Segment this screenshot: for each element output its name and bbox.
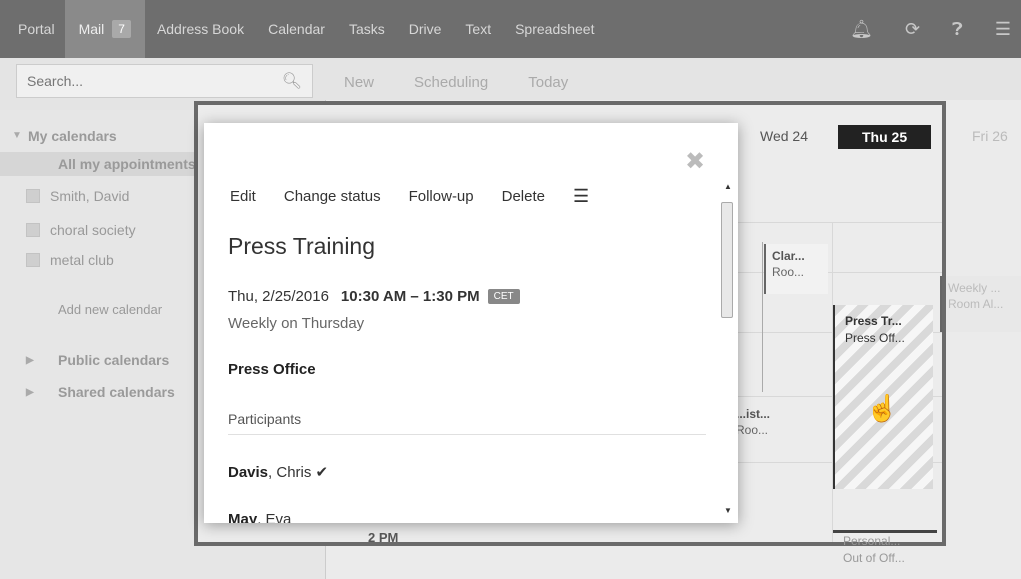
calendar-toolbar: New Scheduling Today (344, 74, 568, 91)
scheduling-button[interactable]: Scheduling (414, 74, 488, 91)
caret-right-icon: ▶ (26, 355, 34, 366)
change-status-button[interactable]: Change status (284, 188, 381, 205)
nav-mail-label: Mail (78, 21, 105, 37)
nav-tasks[interactable]: Tasks (349, 21, 385, 37)
calendar-label: choral society (50, 222, 136, 238)
participant-item[interactable]: May, Eva (228, 511, 291, 523)
top-icons: 🔔︎ ⟳ ❓︎ ☰ (850, 0, 1011, 58)
shared-calendars-header[interactable]: ▶ Shared calendars (26, 384, 175, 400)
calendar-item-metal[interactable]: metal club (26, 252, 114, 268)
nav-text[interactable]: Text (465, 21, 491, 37)
public-calendars-header[interactable]: ▶ Public calendars (26, 352, 170, 368)
timezone-badge: CET (487, 289, 520, 304)
scroll-up-icon[interactable]: ▲ (724, 182, 732, 191)
appointment-room: Out of Off... (843, 551, 905, 565)
appointment-date: Thu, 2/25/2016 (228, 288, 329, 305)
calendar-item-smith[interactable]: Smith, David (26, 188, 129, 204)
appointment-title: Press Training (228, 233, 376, 259)
checkbox[interactable] (26, 189, 40, 204)
more-menu-icon[interactable]: ☰ (573, 186, 589, 207)
mail-unread-badge: 7 (112, 20, 131, 38)
search-icon[interactable]: 🔍︎ (282, 71, 302, 91)
participant-firstname: , Eva (257, 511, 292, 523)
my-calendars-label: My calendars (28, 128, 117, 144)
appointment-title: Weekly ... (948, 281, 1001, 295)
today-button[interactable]: Today (528, 74, 568, 91)
check-icon: ✔ (315, 464, 329, 481)
popup-scrollbar[interactable]: ▲ ▼ (720, 180, 734, 520)
participant-firstname: , Chris (268, 464, 312, 481)
close-icon[interactable]: ✖ (685, 147, 705, 176)
popup-actions: Edit Change status Follow-up Delete ☰ (230, 186, 617, 207)
checkbox[interactable] (26, 223, 40, 238)
nav-calendar[interactable]: Calendar (268, 21, 325, 37)
my-calendars-header[interactable]: ▼ My calendars (12, 128, 117, 144)
nav-portal[interactable]: Portal (18, 21, 55, 37)
new-button[interactable]: New (344, 74, 374, 91)
appointment-title: Personal... (843, 534, 901, 548)
divider (228, 434, 706, 435)
bell-icon[interactable]: 🔔︎ (850, 19, 873, 40)
nav-spreadsheet[interactable]: Spreadsheet (515, 21, 594, 37)
participant-item[interactable]: Davis, Chris ✔ (228, 463, 328, 481)
checkbox[interactable] (26, 253, 40, 268)
menu-icon[interactable]: ☰ (995, 19, 1011, 40)
scroll-down-icon[interactable]: ▼ (724, 506, 732, 515)
recurrence-text: Weekly on Thursday (228, 315, 365, 332)
search-input[interactable] (27, 73, 282, 89)
appointment-time: 10:30 AM – 1:30 PM (340, 288, 480, 305)
participant-lastname: Davis (228, 464, 269, 481)
appointment-detail-popup: ✖ Edit Change status Follow-up Delete ☰ … (204, 123, 738, 523)
caret-right-icon: ▶ (26, 387, 34, 398)
appointment-datetime: Thu, 2/25/2016 10:30 AM – 1:30 PM CET (228, 288, 520, 305)
caret-down-icon: ▼ (12, 130, 22, 141)
calendar-label: metal club (50, 252, 114, 268)
appointment-room: Room Al... (948, 297, 1004, 311)
scroll-thumb[interactable] (721, 202, 733, 318)
nav-drive[interactable]: Drive (409, 21, 442, 37)
delete-button[interactable]: Delete (502, 188, 545, 205)
follow-up-button[interactable]: Follow-up (409, 188, 474, 205)
shared-calendars-label: Shared calendars (58, 384, 175, 400)
participants-heading: Participants (228, 411, 302, 427)
search-box: 🔍︎ (16, 64, 313, 98)
edit-button[interactable]: Edit (230, 188, 256, 205)
calendar-label: Smith, David (50, 188, 130, 204)
appointment-personal[interactable]: Personal... Out of Off... (833, 530, 937, 578)
participant-lastname: May (228, 511, 258, 523)
nav-address-book[interactable]: Address Book (157, 21, 244, 37)
add-new-calendar-link[interactable]: Add new calendar (58, 302, 162, 317)
help-icon[interactable]: ❓︎ (952, 19, 963, 40)
nav-mail[interactable]: Mail 7 (64, 0, 145, 58)
time-label: 2 PM (368, 530, 399, 545)
location-text: Press Office (228, 361, 316, 378)
calendar-item-choral[interactable]: choral society (26, 222, 136, 238)
public-calendars-label: Public calendars (58, 352, 170, 368)
appointment-weekly[interactable]: Weekly ... Room Al... (940, 276, 1021, 332)
day-header-fri[interactable]: Fri 26 (972, 128, 1008, 144)
refresh-icon[interactable]: ⟳ (905, 19, 920, 40)
top-navigation: Portal Mail 7 Address Book Calendar Task… (0, 0, 1021, 58)
